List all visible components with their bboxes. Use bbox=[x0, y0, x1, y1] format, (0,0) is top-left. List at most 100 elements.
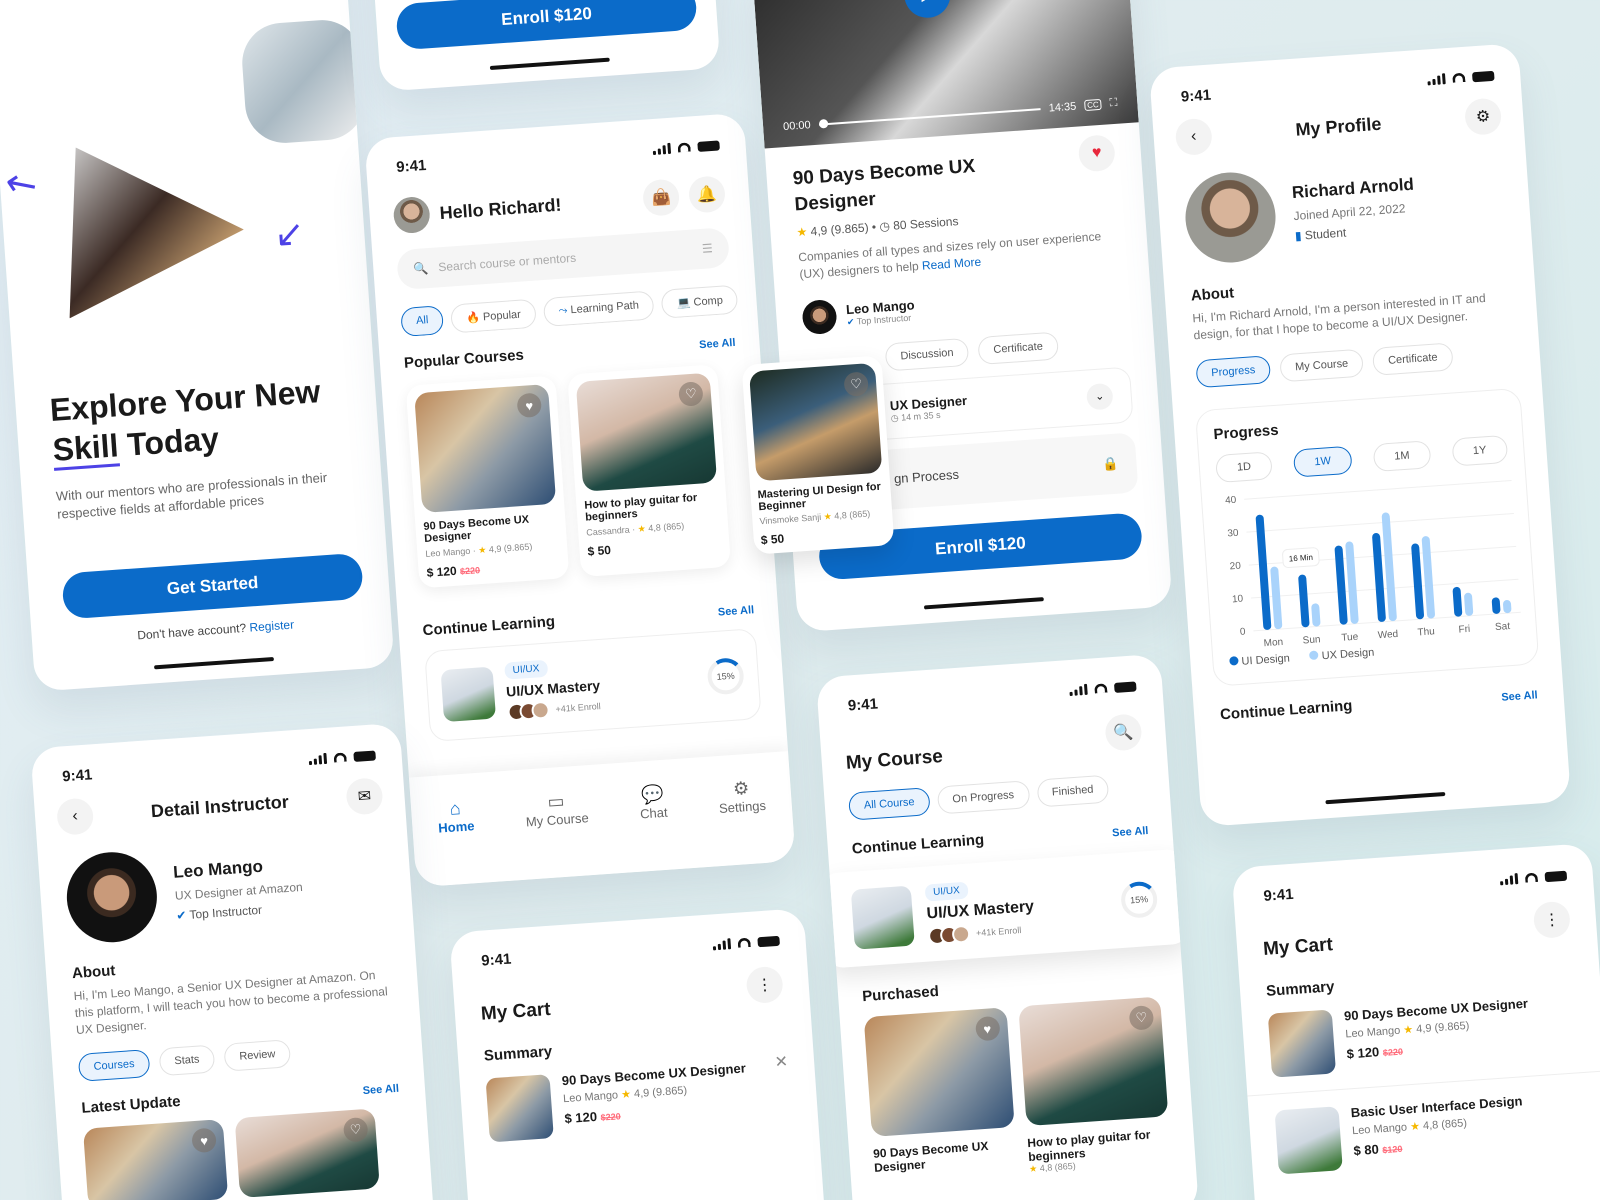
nav-settings[interactable]: ⚙ Settings bbox=[717, 777, 770, 866]
cc-icon[interactable]: CC bbox=[1083, 98, 1103, 112]
purchased-course[interactable]: ♡ How to play guitar for beginners ★ 4,8… bbox=[1017, 996, 1172, 1175]
mail-icon[interactable]: ✉ bbox=[345, 777, 384, 816]
heart-icon[interactable]: ♥ bbox=[516, 392, 543, 419]
x-tick-label: Sun bbox=[1302, 634, 1321, 646]
read-more-link[interactable]: Read More bbox=[921, 255, 981, 273]
user-avatar[interactable] bbox=[392, 195, 431, 235]
course-thumbnail: ♡ bbox=[575, 372, 718, 492]
course-thumbnail bbox=[1267, 1009, 1337, 1078]
see-all-latest[interactable]: See All bbox=[362, 1083, 399, 1098]
bar-ux-design bbox=[1345, 541, 1359, 624]
home-icon: ⌂ bbox=[448, 798, 462, 819]
enroll-button[interactable]: Enroll $120 bbox=[395, 0, 698, 51]
y-tick-label: 20 bbox=[1229, 560, 1241, 572]
tab-stats[interactable]: Stats bbox=[158, 1044, 216, 1077]
cart-screen-2: 9:41 My Cart ⋮ Summary 90 Days Become UX… bbox=[1231, 842, 1600, 1200]
fullscreen-icon[interactable]: ⛶ bbox=[1109, 97, 1118, 111]
heart-outline-icon[interactable]: ♡ bbox=[342, 1117, 369, 1143]
filter-icon[interactable]: ☰ bbox=[702, 241, 714, 256]
tab-review[interactable]: Review bbox=[223, 1039, 292, 1073]
home-indicator bbox=[923, 597, 1044, 610]
video-scrubber[interactable] bbox=[818, 107, 1041, 129]
filter-popular[interactable]: 🔥 Popular bbox=[450, 298, 537, 334]
tab-progress[interactable]: Progress bbox=[1195, 354, 1272, 388]
heart-outline-icon[interactable]: ♡ bbox=[1128, 1005, 1155, 1031]
back-button[interactable]: ‹ bbox=[55, 797, 95, 836]
progress-ring: 15% bbox=[1119, 879, 1159, 919]
heart-outline-icon[interactable]: ♡ bbox=[678, 381, 704, 407]
legend-ui-design: UI Design bbox=[1229, 652, 1290, 668]
favorite-heart-icon[interactable]: ♥ bbox=[1077, 134, 1117, 173]
enroll-fragment: Enroll $120 bbox=[369, 0, 721, 92]
progress-card: Progress 1D 1W 1M 1Y 0 10 20 30 40 Mon Sun Tue W… bbox=[1194, 387, 1540, 687]
play-button[interactable]: ▶ bbox=[902, 0, 952, 20]
get-started-button[interactable]: Get Started bbox=[61, 553, 364, 620]
settings-gear-icon[interactable]: ⚙ bbox=[1463, 97, 1503, 136]
back-button[interactable]: ‹ bbox=[1174, 117, 1214, 157]
search-icon[interactable]: 🔍 bbox=[1104, 713, 1143, 752]
range-1m[interactable]: 1M bbox=[1372, 439, 1432, 472]
nav-my-course[interactable]: ▭ My Course bbox=[524, 789, 593, 879]
see-all-continue[interactable]: See All bbox=[1112, 825, 1149, 840]
bar-ui-design bbox=[1411, 543, 1424, 619]
x-tick-label: Sat bbox=[1495, 621, 1511, 633]
purchased-course[interactable]: ♥ 90 Days Become UX Designer bbox=[863, 1007, 1018, 1186]
filter-all[interactable]: All bbox=[400, 305, 445, 338]
tab-courses[interactable]: Courses bbox=[77, 1049, 151, 1083]
page-title: My Profile bbox=[1294, 113, 1383, 140]
bell-icon[interactable]: 🔔 bbox=[687, 175, 727, 214]
bar-ux-design bbox=[1270, 566, 1283, 629]
cart-screen: 9:41 My Cart ⋮ Summary 90 Days Become UX… bbox=[449, 908, 826, 1200]
tab-finished[interactable]: Finished bbox=[1036, 774, 1110, 808]
heart-icon[interactable]: ♥ bbox=[974, 1015, 1001, 1042]
range-1d[interactable]: 1D bbox=[1215, 450, 1273, 483]
course-thumbnail[interactable]: ♡ bbox=[234, 1108, 380, 1199]
range-1w[interactable]: 1W bbox=[1292, 445, 1353, 478]
register-link[interactable]: Register bbox=[249, 618, 295, 635]
verified-icon: ✔ bbox=[175, 908, 187, 923]
gridline bbox=[1251, 578, 1519, 599]
bar-ui-design bbox=[1334, 545, 1348, 625]
range-1y[interactable]: 1Y bbox=[1450, 434, 1509, 467]
nav-home[interactable]: ⌂ Home bbox=[436, 797, 478, 885]
home-screen: 9:41 Hello Richard! 👜 🔔 🔍 Search course … bbox=[364, 112, 796, 888]
more-options-icon[interactable]: ⋮ bbox=[745, 965, 784, 1005]
filter-computer[interactable]: 💻 Comp bbox=[660, 284, 739, 319]
cart-icon[interactable]: 👜 bbox=[641, 178, 681, 217]
floating-course-card[interactable]: ♡ Mastering UI Design for Beginner Vinsm… bbox=[741, 355, 895, 555]
heart-outline-icon[interactable]: ♡ bbox=[843, 371, 869, 397]
instructor-avatar[interactable] bbox=[801, 298, 838, 336]
x-tick-label: Fri bbox=[1458, 623, 1470, 635]
course-thumbnail bbox=[1274, 1106, 1343, 1175]
x-tick-label: Mon bbox=[1263, 636, 1283, 648]
onboarding-title: Explore Your New Skill Today bbox=[49, 369, 354, 471]
tab-my-course[interactable]: My Course bbox=[1279, 348, 1365, 382]
see-all-continue[interactable]: See All bbox=[1501, 689, 1538, 704]
y-tick-label: 0 bbox=[1240, 626, 1247, 637]
instructor-screen: 9:41 ‹ Detail Instructor ✉ Leo Mango UX … bbox=[30, 722, 436, 1200]
continue-course-card[interactable]: UI/UX UI/UX Mastery +41k Enroll 15% bbox=[424, 628, 762, 743]
instructor-avatar bbox=[63, 849, 160, 946]
course-thumbnail[interactable]: ♥ bbox=[82, 1119, 229, 1200]
heart-icon[interactable]: ♥ bbox=[191, 1127, 217, 1154]
tab-certificate[interactable]: Certificate bbox=[1372, 341, 1454, 376]
tab-all-course[interactable]: All Course bbox=[847, 787, 931, 821]
tab-discussion[interactable]: Discussion bbox=[884, 337, 970, 372]
category-tag: UI/UX bbox=[504, 659, 548, 680]
course-card[interactable]: ♥ 90 Days Become UX Designer Leo Mango ·… bbox=[405, 375, 570, 589]
course-thumbnail: ♡ bbox=[749, 362, 883, 482]
profile-screen: 9:41 ‹ My Profile ⚙ Richard Arnold Joine… bbox=[1148, 43, 1572, 827]
more-options-icon[interactable]: ⋮ bbox=[1532, 900, 1572, 940]
course-card[interactable]: ♡ How to play guitar for beginners Cassa… bbox=[567, 364, 732, 578]
chevron-down-icon[interactable]: ⌄ bbox=[1085, 382, 1114, 411]
remove-item-icon[interactable]: ✕ bbox=[774, 1051, 789, 1072]
nav-chat[interactable]: 💬 Chat bbox=[638, 784, 671, 872]
course-title: How to play guitar for beginners bbox=[583, 491, 698, 524]
search-icon: 🔍 bbox=[412, 261, 429, 277]
bar-ui-design bbox=[1255, 514, 1272, 630]
onboarding-subtitle: With our mentors who are professionals i… bbox=[55, 469, 328, 522]
tab-certificate[interactable]: Certificate bbox=[977, 331, 1059, 365]
see-all-continue[interactable]: See All bbox=[717, 604, 754, 619]
see-all-popular[interactable]: See All bbox=[699, 337, 736, 352]
greeting: Hello Richard! bbox=[438, 194, 563, 223]
